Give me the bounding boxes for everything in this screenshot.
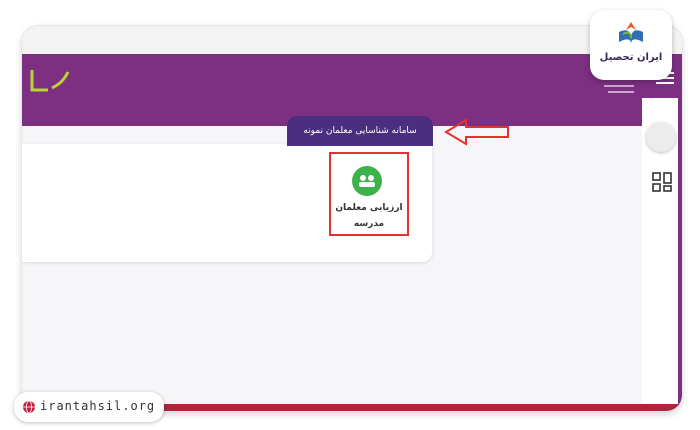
watermark-brand-text: ایران تحصیل [599, 52, 663, 63]
tile-label-line2: مدرسه [353, 219, 385, 229]
tab-teacher-identification[interactable]: سامانه شناسایی معلمان نمونه [287, 116, 433, 146]
globe-icon [23, 400, 35, 414]
watermark-site: irantahsil.org [14, 392, 164, 422]
grid-dashboard-icon[interactable] [652, 172, 672, 192]
brand-book-icon [619, 22, 643, 44]
annotation-arrow-icon [444, 118, 509, 146]
app-window: سامانه شناسایی معلمان نمونه ارزیابی معلم… [22, 26, 682, 411]
top-strip [22, 26, 682, 54]
tile-evaluate-teachers[interactable]: ارزیابی معلمان مدرسه [330, 200, 408, 232]
watermark-badge: ایران تحصیل [590, 10, 672, 80]
watermark-site-text: irantahsil.org [40, 399, 156, 413]
user-avatar[interactable] [646, 122, 676, 152]
users-group-icon[interactable] [352, 166, 382, 196]
tile-label-line1: ارزیابی معلمان [335, 203, 403, 213]
header-brand-icon [604, 85, 634, 93]
brand-logo-icon[interactable] [28, 62, 74, 96]
